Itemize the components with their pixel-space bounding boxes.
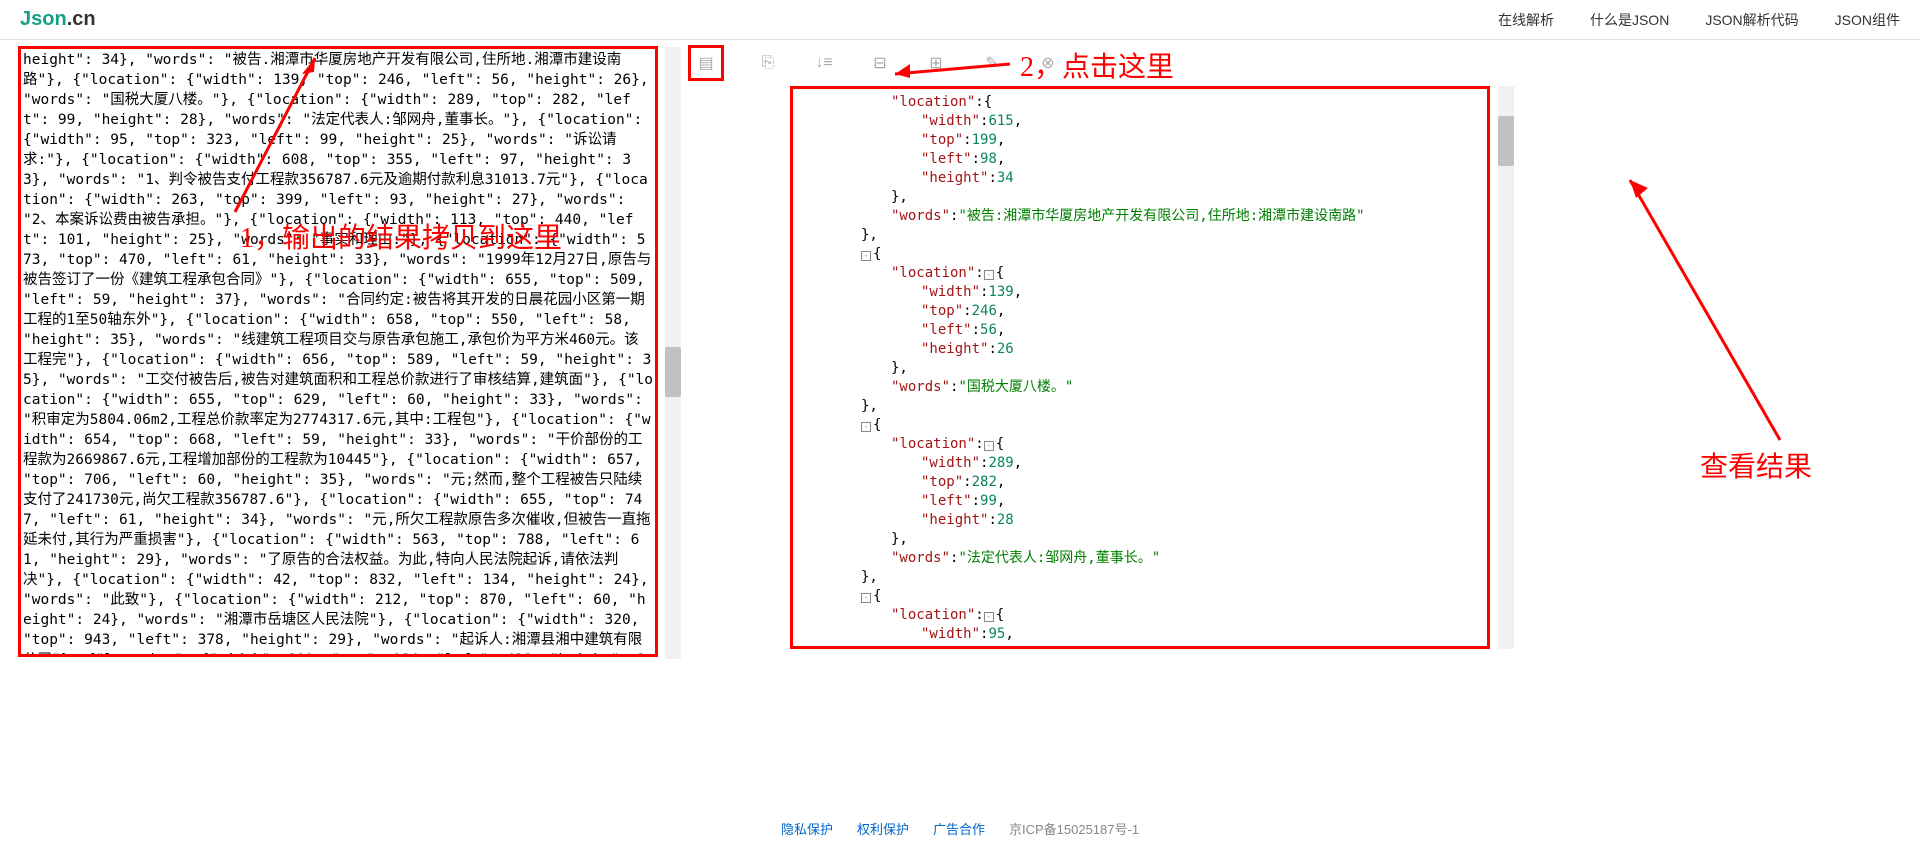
format-button-highlight: ▤ [688,45,724,81]
logo-json: Json [20,8,67,30]
nav-components[interactable]: JSON组件 [1835,10,1900,30]
json-output-pane[interactable]: "location":{"width":615,"top":199,"left"… [790,86,1490,649]
left-scrollbar[interactable] [665,47,681,659]
annotation-step2: 2，点击这里 [1020,45,1174,85]
annotation-step3: 查看结果 [1700,445,1812,485]
left-scrollbar-thumb[interactable] [665,347,681,397]
nav-parse-code[interactable]: JSON解析代码 [1705,10,1798,30]
annotation-step1: 1，输出的结果拷贝到这里 [240,216,562,256]
right-scrollbar[interactable] [1498,86,1514,649]
nav: 在线解析 什么是JSON JSON解析代码 JSON组件 [1498,10,1900,30]
header: Json.cn 在线解析 什么是JSON JSON解析代码 JSON组件 [0,0,1920,40]
footer: 隐私保护 权利保护 广告合作 京ICP备15025187号-1 [0,814,1920,842]
footer-privacy[interactable]: 隐私保护 [781,819,833,838]
nav-parse[interactable]: 在线解析 [1498,10,1554,30]
nav-what-is-json[interactable]: 什么是JSON [1590,10,1669,30]
copy-icon[interactable]: ⎘ [756,51,780,75]
footer-icp: 京ICP备15025187号-1 [1009,819,1139,838]
format-icon[interactable]: ▤ [694,51,718,75]
arrow1-icon [220,50,340,220]
right-scrollbar-thumb[interactable] [1498,116,1514,166]
logo-cn: .cn [67,8,96,30]
logo[interactable]: Json.cn [20,8,96,31]
footer-ads[interactable]: 广告合作 [933,819,985,838]
footer-rights[interactable]: 权利保护 [857,819,909,838]
arrow3-icon [1620,170,1840,450]
sort-icon[interactable]: ↓≡ [812,51,836,75]
arrow2-icon [880,44,1020,84]
